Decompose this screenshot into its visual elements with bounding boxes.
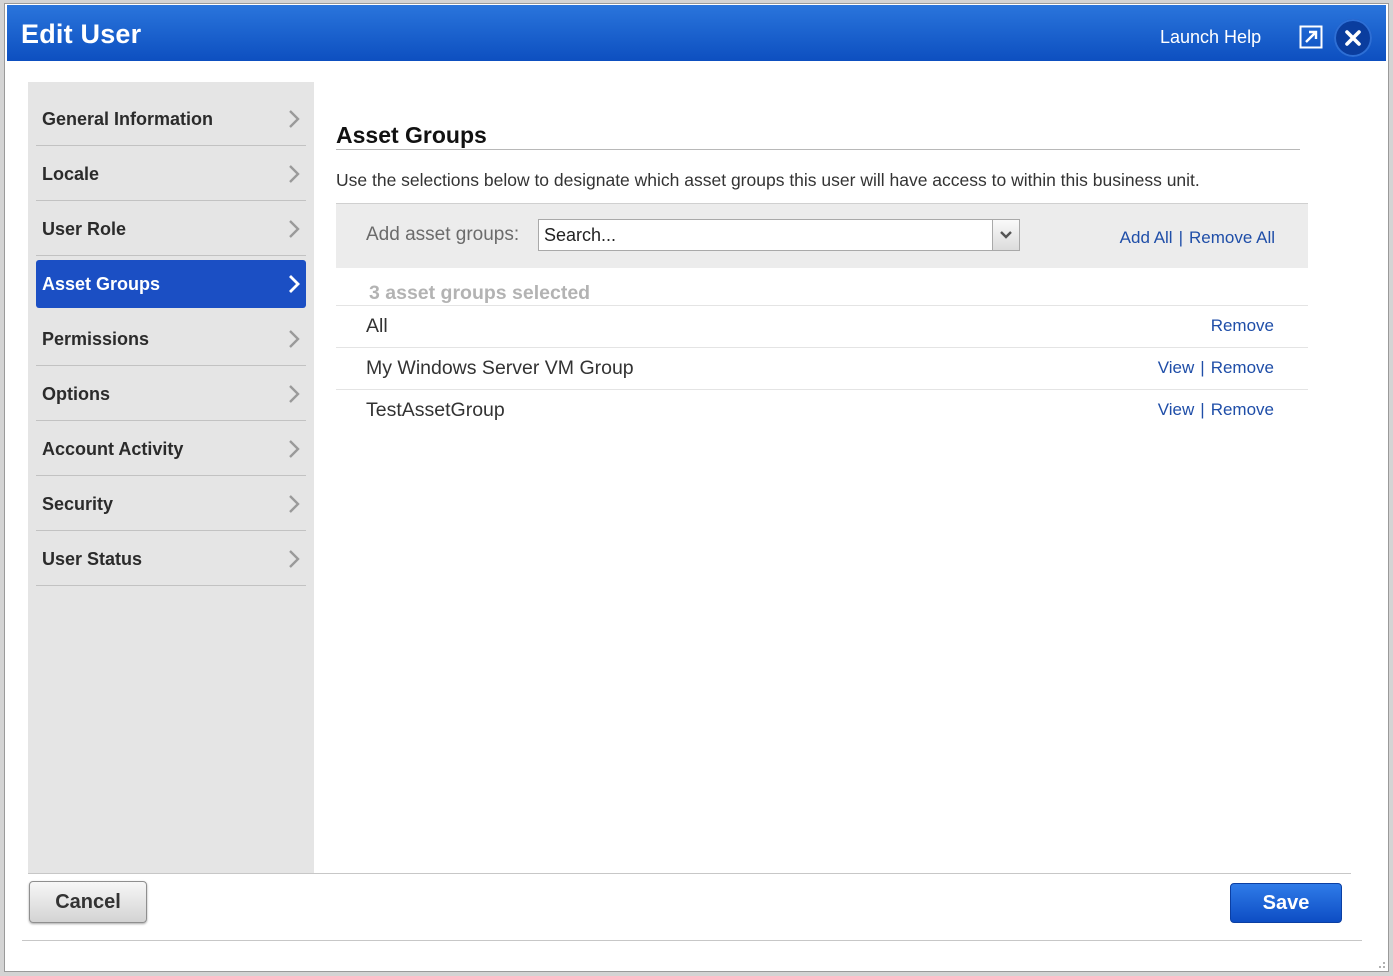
asset-group-name: My Windows Server VM Group [366, 357, 634, 379]
save-button[interactable]: Save [1230, 883, 1342, 923]
chevron-right-icon [289, 550, 300, 568]
view-link[interactable]: View [1158, 400, 1195, 419]
footer-divider-bottom [22, 940, 1362, 941]
cancel-button[interactable]: Cancel [29, 881, 147, 923]
sidebar: General Information Locale User Role Ass… [28, 82, 314, 874]
chevron-right-icon [289, 275, 300, 293]
add-asset-groups-bar: Add asset groups: Add All | Remove All [336, 203, 1308, 268]
sidebar-item-account-activity[interactable]: Account Activity [36, 422, 306, 476]
add-all-link[interactable]: Add All [1120, 228, 1173, 247]
row-actions: View | Remove [1158, 400, 1274, 420]
sidebar-item-label: General Information [42, 109, 214, 129]
close-icon [1345, 30, 1361, 46]
chevron-right-icon [289, 440, 300, 458]
sidebar-item-label: Locale [42, 164, 100, 184]
asset-group-name: TestAssetGroup [366, 399, 505, 421]
bulk-actions: Add All | Remove All [1120, 228, 1275, 248]
edit-user-dialog: Edit User Launch Help General Informatio… [4, 3, 1389, 972]
row-actions: View | Remove [1158, 358, 1274, 378]
launch-help-link[interactable]: Launch Help [1160, 27, 1261, 48]
link-separator: | [1200, 358, 1205, 377]
list-item: My Windows Server VM Group View | Remove [336, 347, 1308, 389]
close-button[interactable] [1334, 19, 1372, 57]
sidebar-item-label: User Status [42, 549, 143, 569]
link-separator: | [1200, 400, 1205, 419]
chevron-right-icon [289, 495, 300, 513]
title-bar: Edit User Launch Help [7, 5, 1386, 61]
dropdown-button[interactable] [992, 220, 1019, 250]
row-actions: Remove [1211, 316, 1274, 336]
asset-group-search[interactable] [538, 219, 1020, 251]
add-asset-groups-label: Add asset groups: [366, 224, 520, 245]
sidebar-item-options[interactable]: Options [36, 367, 306, 421]
link-separator: | [1178, 228, 1184, 247]
remove-link[interactable]: Remove [1211, 400, 1274, 419]
sidebar-item-locale[interactable]: Locale [36, 147, 306, 201]
chevron-down-icon [1000, 231, 1012, 239]
sidebar-item-label: Asset Groups [42, 274, 161, 294]
search-input[interactable] [539, 220, 1001, 250]
dialog-title: Edit User [21, 19, 142, 49]
sidebar-item-security[interactable]: Security [36, 477, 306, 531]
remove-link[interactable]: Remove [1211, 358, 1274, 377]
chevron-right-icon [289, 165, 300, 183]
sidebar-item-label: User Role [42, 219, 127, 239]
page-description: Use the selections below to designate wh… [336, 170, 1200, 190]
sidebar-item-user-status[interactable]: User Status [36, 532, 306, 586]
sidebar-item-label: Options [42, 384, 110, 404]
list-item: All Remove [336, 305, 1308, 347]
sidebar-item-user-role[interactable]: User Role [36, 202, 306, 256]
sidebar-item-asset-groups[interactable]: Asset Groups [36, 260, 306, 308]
sidebar-item-general-information[interactable]: General Information [36, 92, 306, 146]
page-title: Asset Groups [336, 122, 487, 148]
footer-divider [28, 873, 1351, 874]
chevron-right-icon [289, 110, 300, 128]
sidebar-item-label: Permissions [42, 329, 150, 349]
list-item: TestAssetGroup View | Remove [336, 389, 1308, 431]
remove-link[interactable]: Remove [1211, 316, 1274, 335]
sidebar-item-permissions[interactable]: Permissions [36, 312, 306, 366]
selected-count: 3 asset groups selected [369, 282, 591, 304]
chevron-right-icon [289, 385, 300, 403]
title-divider [336, 149, 1300, 150]
chevron-right-icon [289, 220, 300, 238]
asset-group-name: All [366, 315, 388, 337]
chevron-right-icon [289, 330, 300, 348]
view-link[interactable]: View [1158, 358, 1195, 377]
popout-icon[interactable] [1299, 25, 1323, 49]
sidebar-item-label: Account Activity [42, 439, 184, 459]
sidebar-item-label: Security [42, 494, 114, 514]
remove-all-link[interactable]: Remove All [1189, 228, 1275, 247]
resize-grip-icon[interactable] [1376, 959, 1386, 969]
